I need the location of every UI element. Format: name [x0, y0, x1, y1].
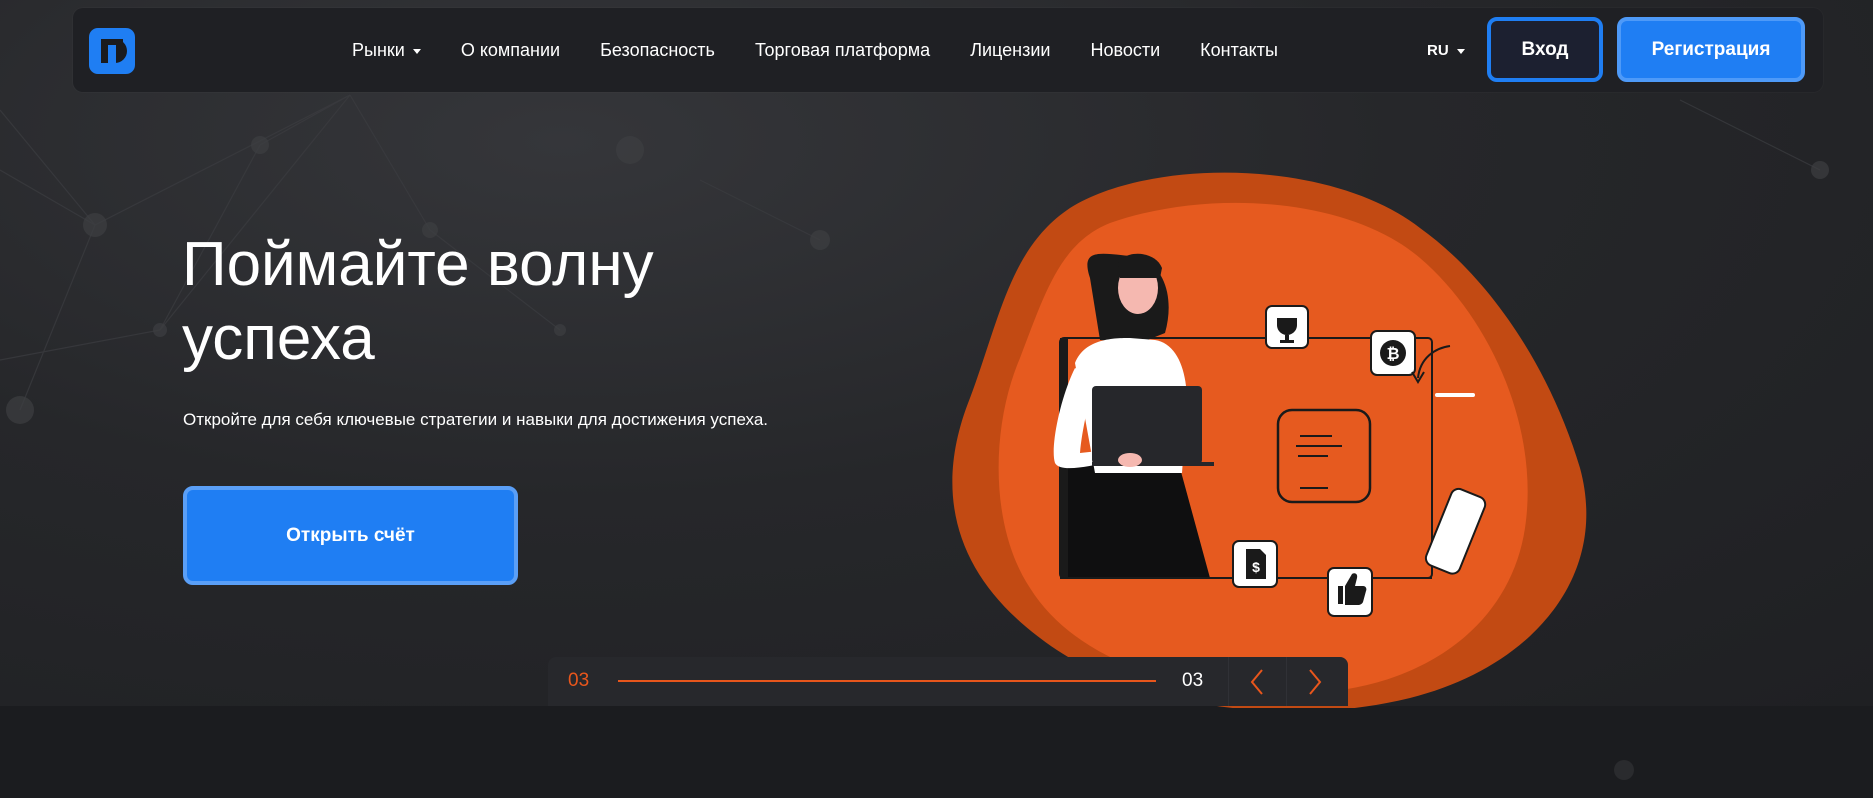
brand-logo-icon[interactable]	[89, 28, 135, 74]
chevron-right-icon	[1308, 668, 1321, 695]
bitcoin-icon: ₿	[1370, 330, 1416, 376]
decorative-dot	[1614, 760, 1634, 780]
site-header: Рынки О компании Безопасность Торговая п…	[73, 8, 1823, 92]
nav-item-security[interactable]: Безопасность	[600, 40, 715, 61]
nav-item-trading-platform[interactable]: Торговая платформа	[755, 40, 930, 61]
trophy-icon	[1265, 305, 1309, 349]
open-account-button[interactable]: Открыть счёт	[183, 486, 518, 585]
nav-item-contacts[interactable]: Контакты	[1200, 40, 1278, 61]
slide-current-number: 03	[568, 670, 590, 691]
footer-band	[0, 706, 1873, 798]
hero-illustration: ₿ $	[952, 172, 1587, 708]
caret-down-icon	[412, 48, 421, 54]
language-selector[interactable]: RU	[1427, 8, 1465, 92]
nav-item-markets[interactable]: Рынки	[352, 40, 421, 61]
nav-item-news[interactable]: Новости	[1090, 40, 1160, 61]
slide-total-number: 03	[1182, 670, 1204, 691]
login-button[interactable]: Вход	[1487, 17, 1603, 82]
caret-down-icon	[1456, 48, 1465, 54]
thumbs-up-icon	[1327, 567, 1373, 617]
slider-controls: 03 03	[548, 657, 1348, 706]
slider-prev-button[interactable]	[1228, 657, 1284, 706]
hero-subtitle: Откройте для себя ключевые стратегии и н…	[183, 410, 769, 429]
hero-title: Поймайте волну успеха	[182, 230, 654, 373]
svg-text:₿: ₿	[1386, 345, 1399, 363]
chevron-left-icon	[1250, 668, 1263, 695]
nav-item-about[interactable]: О компании	[461, 40, 560, 61]
register-button[interactable]: Регистрация	[1617, 17, 1805, 82]
slide-progress-bar	[618, 680, 1156, 682]
slider-next-button[interactable]	[1286, 657, 1342, 706]
nav-item-licenses[interactable]: Лицензии	[970, 40, 1050, 61]
main-nav: Рынки О компании Безопасность Торговая п…	[352, 8, 1278, 92]
svg-text:$: $	[1252, 559, 1260, 575]
dollar-document-icon: $	[1232, 540, 1278, 588]
